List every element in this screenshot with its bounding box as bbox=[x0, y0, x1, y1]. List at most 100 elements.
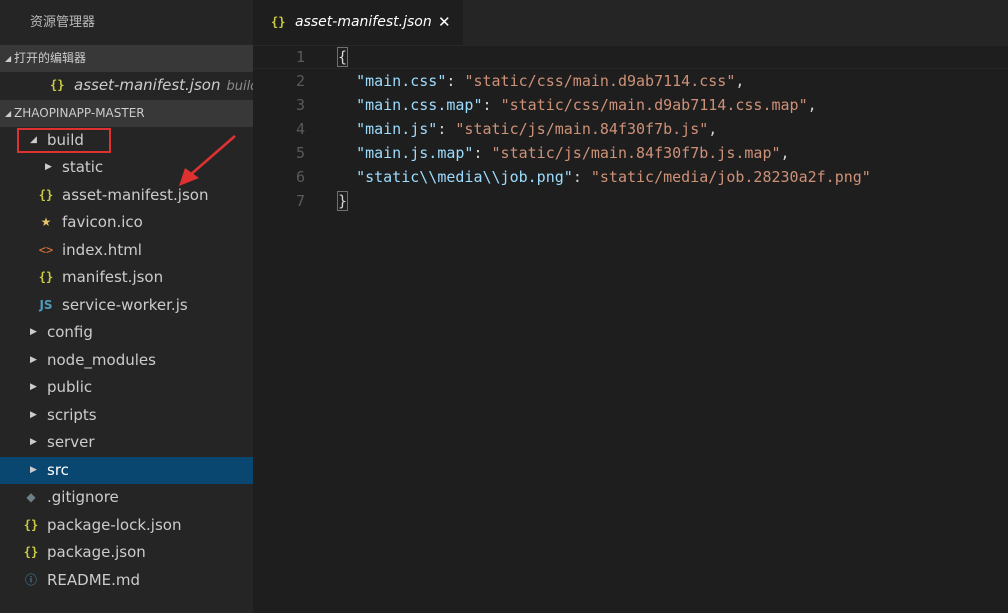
json-file-icon: {} bbox=[271, 15, 286, 29]
code-token: "static/js/main.84f30f7b.js" bbox=[455, 120, 709, 138]
open-editor-label: asset-manifest.json bbox=[74, 76, 221, 94]
code-token: , bbox=[807, 96, 817, 114]
chevron-right-icon[interactable]: ▶ bbox=[30, 347, 37, 375]
code-token: { bbox=[336, 47, 349, 67]
tree-item-label: src bbox=[47, 460, 69, 479]
code-token: "static\\media\\job.png" bbox=[356, 168, 573, 186]
tree-item-index-html[interactable]: <> index.html bbox=[0, 237, 253, 265]
open-editors-label: 打开的编辑器 bbox=[14, 51, 87, 65]
line-content: "static\\media\\job.png": "static/media/… bbox=[338, 165, 871, 189]
tree-item-label: README.md bbox=[47, 570, 141, 589]
tree-item-label: scripts bbox=[47, 405, 97, 424]
chevron-right-icon[interactable]: ▶ bbox=[30, 457, 37, 485]
chevron-right-icon[interactable]: ▶ bbox=[45, 154, 52, 182]
open-editor-item[interactable]: {} asset-manifest.json build bbox=[0, 72, 253, 100]
line-content: "main.css": "static/css/main.d9ab7114.cs… bbox=[338, 69, 744, 93]
line-number: 2 bbox=[295, 72, 305, 90]
open-editors-header[interactable]: ◢ 打开的编辑器 bbox=[0, 45, 253, 72]
chevron-right-icon[interactable]: ▶ bbox=[30, 402, 37, 430]
tree-item-label: favicon.ico bbox=[62, 213, 143, 231]
tree-item-label: index.html bbox=[62, 240, 142, 259]
code-token: "static/js/main.84f30f7b.js.map" bbox=[491, 144, 781, 162]
tree-item-manifest-json[interactable]: {} manifest.json bbox=[0, 264, 253, 292]
line-content: "main.js.map": "static/js/main.84f30f7b.… bbox=[338, 141, 789, 165]
chevron-right-icon[interactable]: ▶ bbox=[30, 319, 37, 347]
line-number: 4 bbox=[295, 120, 305, 138]
file-tree: ◢ build ▶ static {} asset-manifest.json ★ favic… bbox=[0, 127, 253, 595]
code-token: : bbox=[482, 96, 501, 114]
code-token: : bbox=[446, 72, 465, 90]
tree-item-build[interactable]: ◢ build bbox=[0, 127, 253, 155]
tree-item-public[interactable]: ▶ public bbox=[0, 374, 253, 402]
tree-item-label: config bbox=[47, 323, 93, 341]
line-number: 6 bbox=[295, 168, 305, 186]
code-token: "static/css/main.d9ab7114.css.map" bbox=[500, 96, 808, 114]
json-file-icon: {} bbox=[38, 270, 54, 284]
code-line[interactable]: 4 "main.js": "static/js/main.84f30f7b.js… bbox=[253, 117, 1008, 141]
code-token: : bbox=[473, 144, 492, 162]
tree-item-label: manifest.json bbox=[62, 268, 164, 286]
code-token: "static/media/job.28230a2f.png" bbox=[590, 168, 871, 186]
chevron-right-icon[interactable]: ▶ bbox=[30, 374, 37, 402]
tree-item-label: public bbox=[47, 378, 93, 396]
code-token: "main.css.map" bbox=[356, 96, 483, 114]
explorer-title: 资源管理器 bbox=[30, 15, 96, 30]
close-icon[interactable]: ✕ bbox=[438, 0, 451, 45]
tree-item-scripts[interactable]: ▶ scripts bbox=[0, 402, 253, 430]
git-file-icon: ◆ bbox=[26, 490, 36, 504]
tree-item-label: server bbox=[47, 433, 95, 451]
code-token: "main.css" bbox=[356, 72, 447, 90]
chevron-right-icon[interactable]: ▶ bbox=[30, 429, 37, 457]
workspace-label: ZHAOPINAPP-MASTER bbox=[14, 105, 145, 120]
info-icon: ⓘ bbox=[24, 572, 37, 587]
tree-item-package-lock-json[interactable]: {} package-lock.json bbox=[0, 512, 253, 540]
workspace-header[interactable]: ◢ ZHAOPINAPP-MASTER bbox=[0, 99, 253, 127]
line-number: 3 bbox=[295, 96, 305, 114]
tree-item-server[interactable]: ▶ server bbox=[0, 429, 253, 457]
tree-item-node-modules[interactable]: ▶ node_modules bbox=[0, 347, 253, 375]
code-editor[interactable]: 1{2 "main.css": "static/css/main.d9ab711… bbox=[253, 45, 1008, 613]
line-number: 1 bbox=[295, 48, 305, 66]
tree-item-asset-manifest-json[interactable]: {} asset-manifest.json bbox=[0, 182, 253, 210]
line-number: 5 bbox=[295, 144, 305, 162]
tree-item-label: build bbox=[47, 130, 84, 149]
chevron-down-icon[interactable]: ◢ bbox=[30, 127, 37, 155]
code-token: "main.js" bbox=[356, 120, 438, 138]
code-line[interactable]: 1{ bbox=[253, 45, 1008, 69]
line-content: } bbox=[336, 189, 349, 213]
tree-item-label: node_modules bbox=[47, 350, 156, 369]
tree-item-readme-md[interactable]: ⓘ README.md bbox=[0, 567, 253, 595]
json-file-icon: {} bbox=[38, 187, 54, 202]
tree-item-label: package-lock.json bbox=[47, 515, 182, 534]
explorer-sidebar: 资源管理器 ◢ 打开的编辑器 {} asset-manifest.json buil… bbox=[0, 0, 253, 613]
code-line[interactable]: 5 "main.js.map": "static/js/main.84f30f7… bbox=[253, 141, 1008, 165]
code-token: "static/css/main.d9ab7114.css" bbox=[464, 72, 736, 90]
tree-item-favicon-ico[interactable]: ★ favicon.ico bbox=[0, 209, 253, 237]
code-line[interactable]: 2 "main.css": "static/css/main.d9ab7114.… bbox=[253, 69, 1008, 93]
tree-item-label: package.json bbox=[47, 543, 146, 561]
star-icon: ★ bbox=[40, 215, 52, 229]
tree-item-gitignore[interactable]: ◆ .gitignore bbox=[0, 484, 253, 512]
json-file-icon: {} bbox=[23, 545, 39, 559]
code-token: , bbox=[735, 72, 745, 90]
tree-item-service-worker-js[interactable]: JS service-worker.js bbox=[0, 292, 253, 320]
line-number: 7 bbox=[295, 192, 305, 210]
code-line[interactable]: 7} bbox=[253, 189, 1008, 213]
tree-item-config[interactable]: ▶ config bbox=[0, 319, 253, 347]
tree-item-src[interactable]: ▶ src bbox=[0, 456, 253, 485]
tab-label: asset-manifest.json bbox=[295, 14, 432, 30]
tree-item-package-json[interactable]: {} package.json bbox=[0, 539, 253, 567]
js-file-icon: JS bbox=[39, 297, 53, 312]
tree-item-static[interactable]: ▶ static bbox=[0, 154, 253, 182]
code-line[interactable]: 6 "static\\media\\job.png": "static/medi… bbox=[253, 165, 1008, 189]
code-token: , bbox=[708, 120, 718, 138]
code-line[interactable]: 3 "main.css.map": "static/css/main.d9ab7… bbox=[253, 93, 1008, 117]
tab-asset-manifest[interactable]: {} asset-manifest.json ✕ bbox=[253, 0, 463, 45]
chevron-down-icon: ◢ bbox=[5, 54, 12, 63]
tree-item-label: static bbox=[62, 158, 104, 176]
chevron-down-icon: ◢ bbox=[5, 108, 12, 118]
